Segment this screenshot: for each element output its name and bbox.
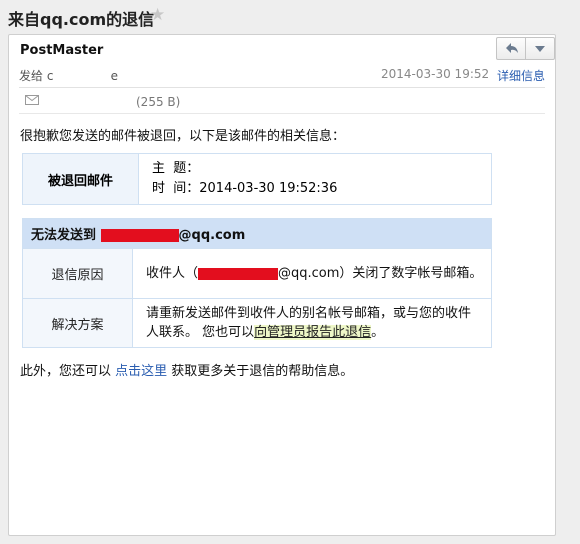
report-to-admin-link[interactable]: 向管理员报告此退信: [254, 325, 372, 340]
footer-post: 获取更多关于退信的帮助信息。: [167, 364, 354, 379]
reply-icon: [506, 43, 518, 53]
failure-header-prefix: 无法发送到: [31, 228, 101, 243]
header-divider: [19, 87, 545, 88]
reason-text-pre: 收件人（: [146, 266, 199, 281]
bounced-mail-label: 被退回邮件: [22, 153, 139, 205]
failure-header-suffix: @qq.com: [178, 228, 246, 243]
sender-name[interactable]: PostMaster: [20, 43, 103, 58]
failure-header: 无法发送到 @qq.com: [22, 218, 492, 249]
bounced-mail-table: 被退回邮件 主 题： 时 间：2014-03-30 19:52:36: [22, 153, 492, 205]
window-title-bar: 来自qq.com的退信 ★: [0, 0, 580, 36]
message-date: 2014-03-30 19:52: [381, 67, 490, 81]
scrollbar[interactable]: [562, 0, 580, 544]
attachment-divider: [19, 113, 545, 114]
to-label: 发给: [19, 69, 44, 83]
action-button-group: [496, 37, 555, 60]
subject-line: 主 题：: [152, 159, 490, 179]
more-actions-button[interactable]: [526, 38, 554, 59]
solution-text: 请重新发送邮件到收件人的别名帐号邮箱，或与您的收件人联系。 您也可以向管理员报告…: [132, 298, 492, 348]
solution-text-end: 。: [371, 325, 385, 340]
bounce-intro-text: 很抱歉您发送的邮件被退回，以下是该邮件的相关信息：: [20, 129, 346, 144]
email-card: PostMaster 发给 c e 2014-03-30 19:52 详细信息 …: [8, 34, 556, 536]
help-footer: 此外，您还可以 点击这里 获取更多关于退信的帮助信息。: [20, 360, 353, 379]
chevron-down-icon: [535, 46, 545, 52]
redacted-address: [198, 267, 279, 280]
solution-label: 解决方案: [22, 298, 133, 348]
reason-text-post: @qq.com）关闭了数字帐号邮箱。: [278, 266, 483, 281]
reply-button[interactable]: [497, 38, 525, 59]
time-line: 时 间：2014-03-30 19:52:36: [152, 179, 490, 199]
recipient-address: c e: [46, 69, 119, 83]
click-here-link[interactable]: 点击这里: [115, 364, 167, 379]
time-value: 2014-03-30 19:52:36: [199, 181, 338, 196]
reason-text: 收件人（ @qq.com）关闭了数字帐号邮箱。: [132, 248, 492, 299]
star-icon[interactable]: ★: [150, 5, 165, 25]
redacted-address: [100, 229, 179, 242]
details-link[interactable]: 详细信息: [497, 67, 545, 84]
time-label: 时 间：: [152, 181, 200, 196]
envelope-icon[interactable]: [25, 95, 39, 105]
subject-label: 主 题：: [152, 161, 200, 176]
delivery-failure-table: 无法发送到 @qq.com 退信原因 收件人（ @qq.com）关闭了数字帐号邮箱…: [22, 218, 492, 348]
recipient-row: 发给 c e: [19, 67, 118, 84]
reason-label: 退信原因: [22, 248, 133, 299]
email-subject-title: 来自qq.com的退信: [8, 10, 155, 29]
footer-pre: 此外，您还可以: [20, 364, 116, 379]
attachment-size: (255 B): [136, 95, 181, 109]
